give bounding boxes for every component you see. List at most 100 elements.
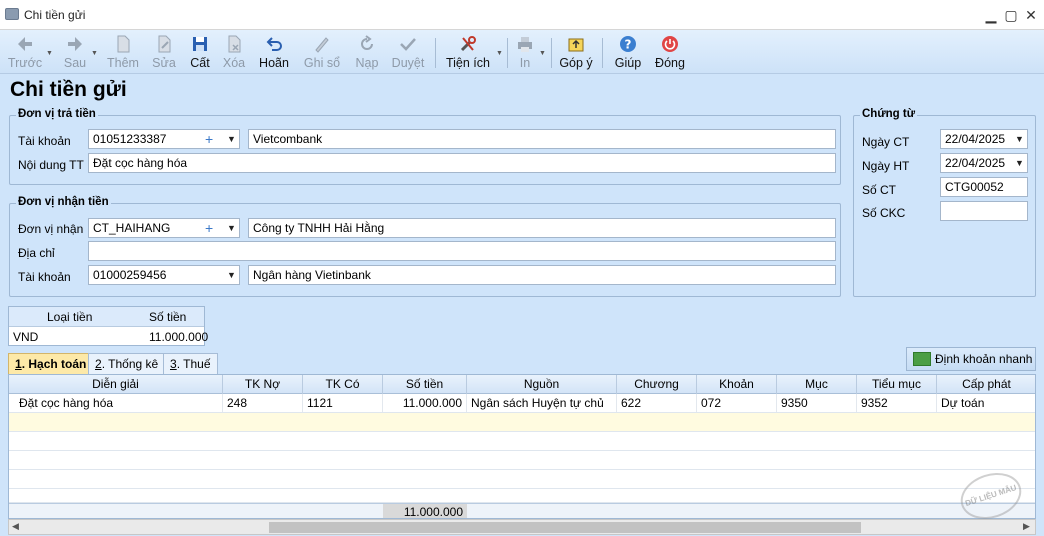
next-dropdown-icon[interactable]: ▼	[91, 50, 98, 57]
table-row[interactable]	[9, 413, 1035, 432]
printer-icon	[518, 37, 532, 52]
payee-legend: Đơn vị nhận tiền	[16, 196, 111, 208]
payee-account-combo[interactable]: 01000259456 ▼	[88, 265, 240, 285]
grid-col-source[interactable]: Nguồn	[467, 375, 617, 394]
quick-entry-button[interactable]: Định khoản nhanh	[906, 347, 1036, 371]
cell-chapter[interactable]: 622	[617, 394, 697, 412]
grid-col-amount[interactable]: Số tiền	[383, 375, 467, 394]
back-dropdown-icon[interactable]: ▼	[46, 50, 53, 57]
chevron-down-icon[interactable]: ▼	[1015, 156, 1024, 170]
minimize-button[interactable]: ▁	[980, 4, 1002, 26]
cell-credit[interactable]: 1121	[303, 394, 383, 412]
tab-statistics[interactable]: 2. Thống kê	[88, 353, 166, 374]
grid-col-item[interactable]: Khoản	[697, 375, 777, 394]
power-off-icon	[662, 36, 678, 52]
close-window-button[interactable]: ✕	[1020, 4, 1042, 26]
currency-amount-header: Số tiền	[149, 310, 187, 324]
voucher-number-field[interactable]: CTG00052	[940, 177, 1028, 197]
save-button[interactable]: Cất	[186, 32, 214, 72]
grid-col-subsection[interactable]: Tiểu mục	[857, 375, 937, 394]
payee-account-value: 01000259456	[93, 268, 167, 282]
currency-amount-cell[interactable]: 11.000.000	[149, 330, 208, 344]
cell-item[interactable]: 072	[697, 394, 777, 412]
chevron-down-icon[interactable]: ▼	[227, 132, 236, 146]
help-button[interactable]: ? Giúp	[612, 32, 644, 72]
payer-account-combo[interactable]: 01051233387 + ▼	[88, 129, 240, 149]
grid-header: Diễn giải TK Nợ TK Có Số tiền Nguồn Chươ…	[9, 375, 1035, 394]
voucher-date-picker[interactable]: 22/04/2025 ▼	[940, 129, 1028, 149]
grid-col-section[interactable]: Mục	[777, 375, 857, 394]
tab-accounting-label: . Hạch toán	[21, 357, 87, 371]
add-button[interactable]: Thêm	[104, 32, 142, 72]
feedback-button[interactable]: Góp ý	[558, 32, 594, 72]
payee-bank-name-field[interactable]: Ngân hàng Vietinbank	[248, 265, 836, 285]
edit-document-icon	[158, 35, 171, 53]
reload-button[interactable]: Nạp	[352, 32, 382, 72]
scroll-right-icon[interactable]: ▶	[1023, 521, 1030, 532]
utilities-dropdown-icon[interactable]: ▼	[496, 50, 503, 57]
arrow-right-icon	[68, 37, 82, 51]
horizontal-scrollbar[interactable]: ◀ ▶	[8, 519, 1036, 535]
refresh-icon	[361, 35, 373, 50]
back-button[interactable]: Trước	[6, 32, 44, 72]
payee-unit-code: CT_HAIHANG	[93, 221, 171, 235]
checkmark-icon	[400, 38, 416, 51]
currency-type-header: Loại tiền	[47, 310, 93, 324]
utilities-button[interactable]: Tiện ích	[444, 32, 492, 72]
scroll-thumb[interactable]	[269, 522, 861, 533]
chevron-down-icon[interactable]: ▼	[227, 221, 236, 235]
grid-col-debit[interactable]: TK Nợ	[223, 375, 303, 394]
grid-col-allocation[interactable]: Cấp phát	[937, 375, 1035, 394]
payer-bank-name-field[interactable]: Vietcombank	[248, 129, 836, 149]
tab-accounting-key: 1	[15, 357, 22, 371]
chevron-down-icon[interactable]: ▼	[1015, 132, 1024, 146]
cell-source[interactable]: Ngân sách Huyện tự chủ	[467, 394, 617, 412]
delete-button[interactable]: Xóa	[218, 32, 250, 72]
voucher-ckc-field[interactable]	[940, 201, 1028, 221]
tools-icon	[460, 36, 476, 52]
print-button[interactable]: In	[512, 32, 538, 72]
next-button[interactable]: Sau	[58, 32, 92, 72]
undo-button[interactable]: Hoãn	[256, 32, 292, 72]
payee-unit-name-field[interactable]: Công ty TNHH Hải Hằng	[248, 218, 836, 238]
add-plus-icon[interactable]: +	[205, 131, 213, 147]
cell-subsection[interactable]: 9352	[857, 394, 937, 412]
currency-type-cell[interactable]: VND	[13, 330, 38, 344]
table-row[interactable]	[9, 432, 1035, 451]
payer-content-field[interactable]: Đặt cọc hàng hóa	[88, 153, 836, 173]
quick-entry-icon	[913, 352, 931, 366]
cell-description[interactable]: Đặt cọc hàng hóa	[9, 394, 223, 412]
table-row[interactable]	[9, 451, 1035, 470]
tab-tax[interactable]: 3. Thuế	[163, 353, 218, 374]
scroll-left-icon[interactable]: ◀	[12, 521, 19, 532]
cell-section[interactable]: 9350	[777, 394, 857, 412]
new-document-icon	[117, 35, 130, 53]
maximize-button[interactable]: ▢	[1000, 4, 1022, 26]
cell-amount[interactable]: 11.000.000	[383, 394, 467, 412]
tab-tax-key: 3	[170, 357, 177, 371]
close-button[interactable]: Đóng	[652, 32, 688, 72]
payee-address-field[interactable]	[88, 241, 836, 261]
table-row[interactable]	[9, 470, 1035, 489]
chevron-down-icon[interactable]: ▼	[227, 268, 236, 282]
table-row[interactable]: Đặt cọc hàng hóa 248 1121 11.000.000 Ngâ…	[9, 394, 1035, 413]
voucher-post-date-picker[interactable]: 22/04/2025 ▼	[940, 153, 1028, 173]
edit-button[interactable]: Sửa	[148, 32, 180, 72]
toolbar-separator	[602, 38, 603, 68]
table-row[interactable]	[9, 489, 1035, 503]
grid-col-description[interactable]: Diễn giải	[9, 375, 223, 394]
payee-unit-combo[interactable]: CT_HAIHANG + ▼	[88, 218, 240, 238]
grid-col-chapter[interactable]: Chương	[617, 375, 697, 394]
cell-debit[interactable]: 248	[223, 394, 303, 412]
add-plus-icon[interactable]: +	[205, 220, 213, 236]
tab-accounting[interactable]: 1. Hạch toán	[8, 353, 94, 374]
cell-allocation[interactable]: Dự toán	[937, 394, 1035, 412]
grid-col-credit[interactable]: TK Có	[303, 375, 383, 394]
voucher-date-value: 22/04/2025	[945, 132, 1006, 146]
page-title: Chi tiền gửi	[10, 78, 127, 101]
post-button[interactable]: Ghi sổ	[302, 32, 342, 72]
payer-account-value: 01051233387	[93, 132, 167, 146]
arrow-left-icon	[18, 37, 32, 51]
print-dropdown-icon[interactable]: ▼	[539, 50, 546, 57]
approve-button[interactable]: Duyệt	[390, 32, 426, 72]
